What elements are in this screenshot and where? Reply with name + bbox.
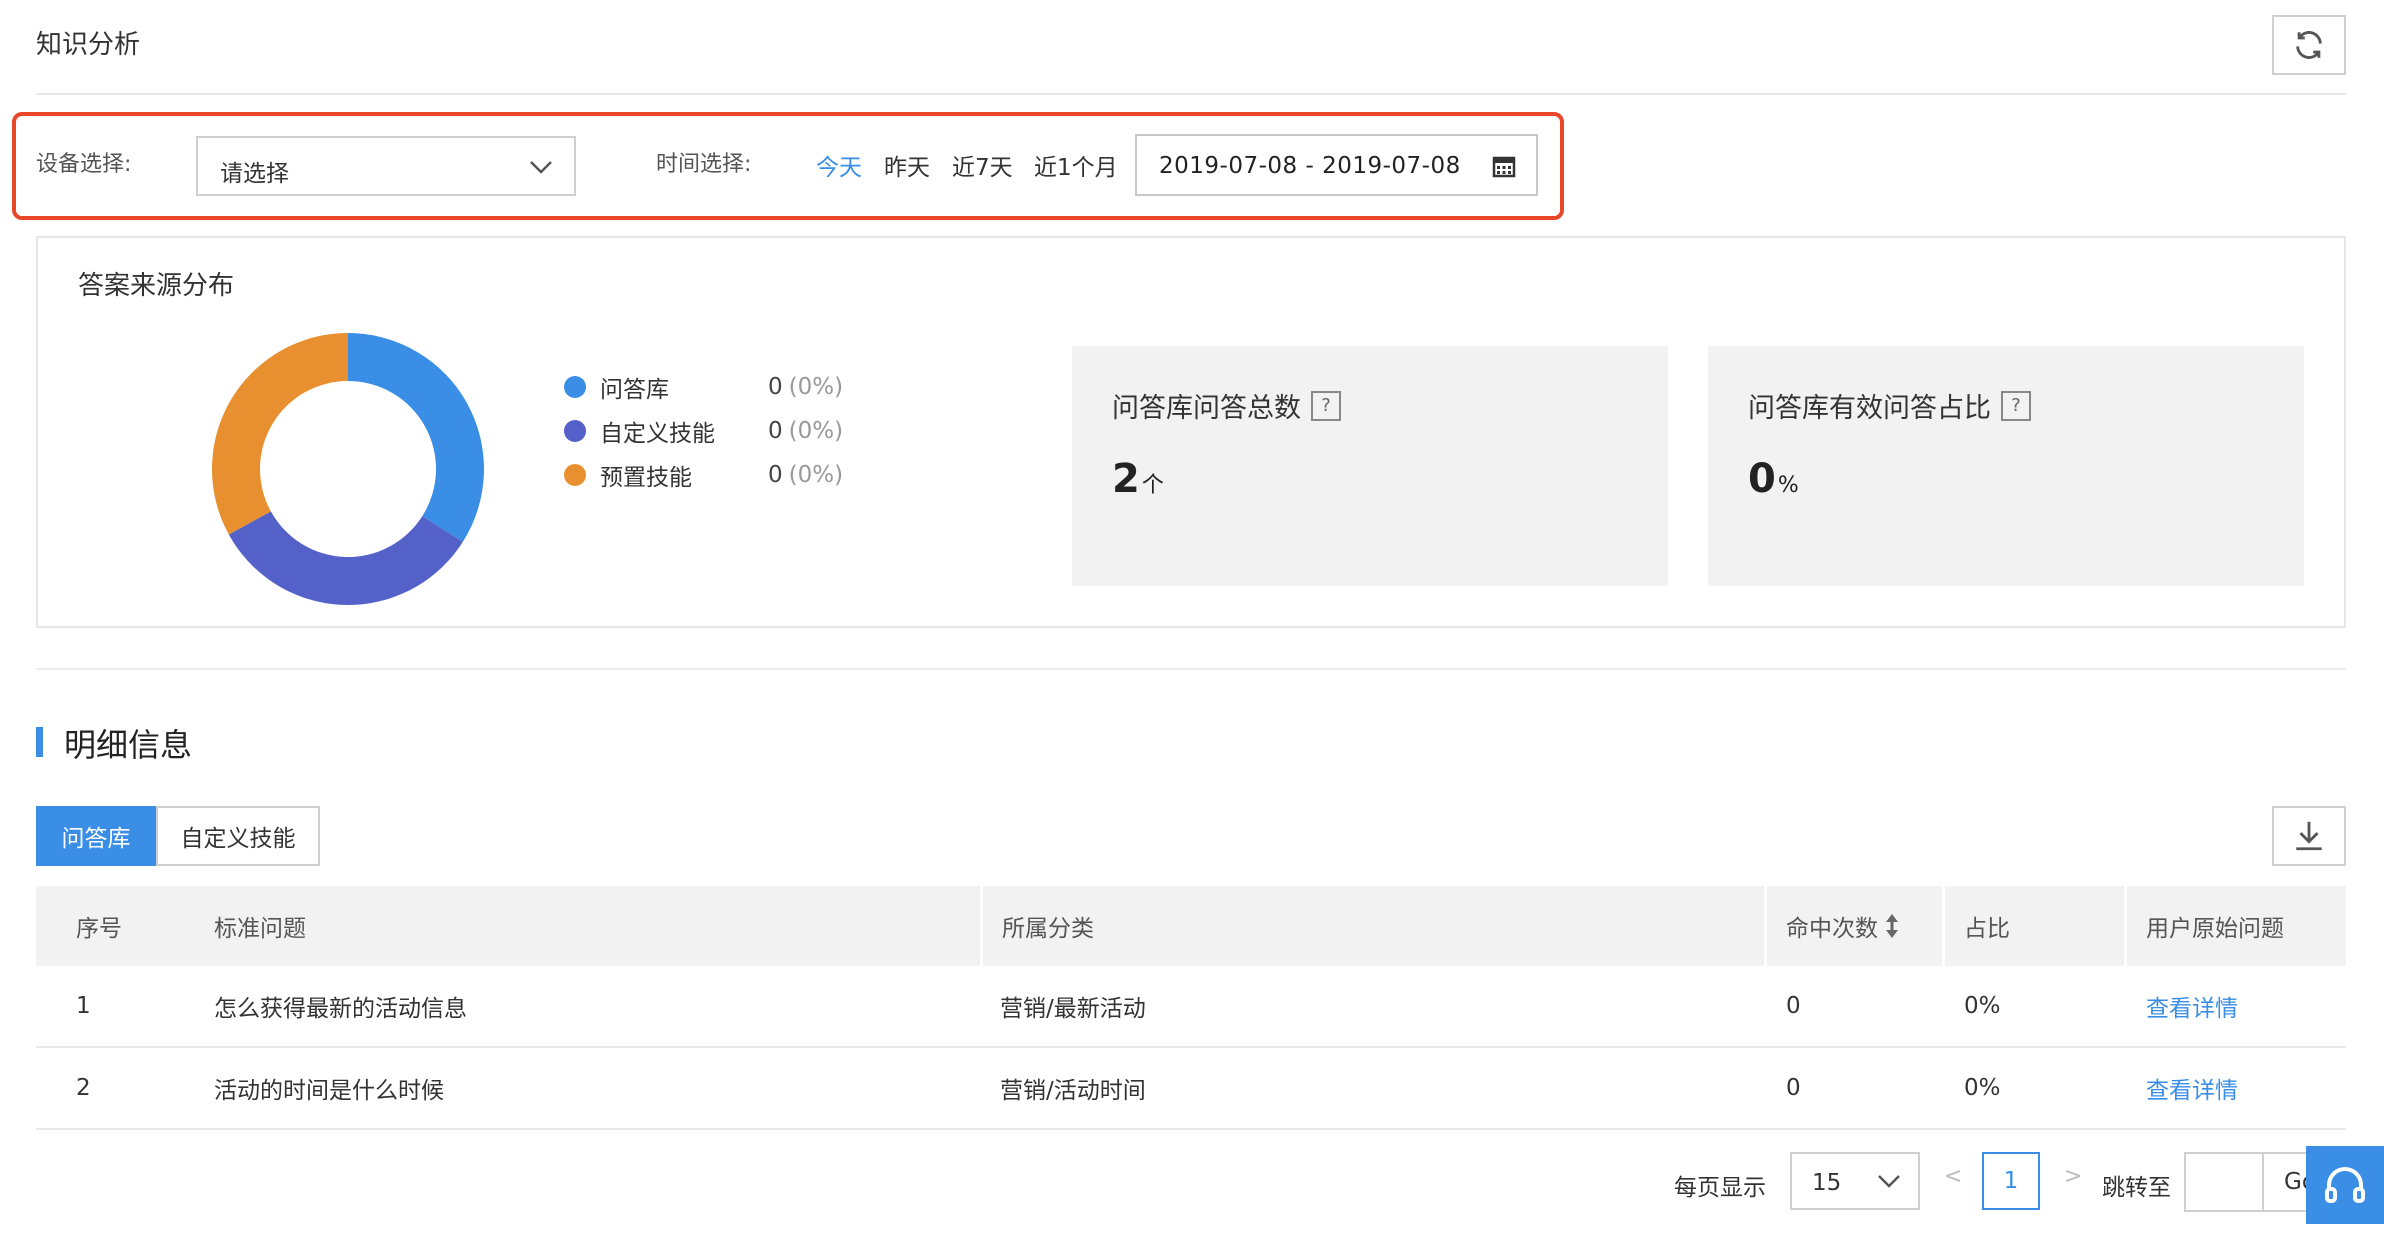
device-select-value: 请选择 (220, 161, 289, 187)
legend-value: 0 (768, 418, 783, 444)
donut-segment (348, 333, 484, 542)
cell-question: 活动的时间是什么时候 (214, 1078, 444, 1104)
prev-page-button[interactable]: < (1944, 1164, 1962, 1189)
time-option-1month[interactable]: 近1个月 (1034, 148, 1118, 182)
legend-percent: (0%) (788, 418, 844, 444)
tab-qa-library[interactable]: 问答库 (36, 806, 156, 866)
refresh-button[interactable] (2272, 15, 2346, 75)
legend-name: 问答库 (600, 377, 669, 403)
page-number-1[interactable]: 1 (1982, 1152, 2040, 1210)
help-icon[interactable]: ? (2001, 390, 2031, 421)
legend-dot-preset-skill (564, 464, 586, 486)
time-option-7days[interactable]: 近7天 (952, 148, 1013, 182)
column-header-user-questions: 用户原始问题 (2146, 916, 2284, 942)
detail-section-title: 明细信息 (64, 726, 193, 764)
time-label: 时间选择: (656, 152, 752, 177)
column-header-category: 所属分类 (1002, 916, 1094, 942)
column-separator (1764, 886, 1767, 966)
stat-title-wrap: 问答库有效问答占比 ? (1748, 386, 2031, 425)
chevron-down-icon (1878, 1175, 1900, 1188)
legend-value: 0 (768, 374, 783, 400)
section-accent-bar (36, 727, 43, 757)
header-divider (36, 93, 2346, 95)
column-header-hits[interactable]: 命中次数 (1786, 886, 1900, 966)
refresh-icon (2296, 31, 2322, 59)
stat-unit: % (1777, 473, 1799, 498)
cell-question: 怎么获得最新的活动信息 (214, 996, 467, 1022)
stat-value-wrap: 0% (1748, 456, 1799, 502)
stat-value: 0 (1748, 456, 1776, 502)
view-details-link[interactable]: 查看详情 (2146, 1048, 2238, 1128)
section-divider (36, 668, 2346, 670)
time-option-yesterday[interactable]: 昨天 (884, 148, 930, 182)
date-range-picker[interactable]: 2019-07-08 - 2019-07-08 (1135, 134, 1538, 196)
jump-page-input[interactable] (2184, 1152, 2264, 1212)
cell-hits: 0 (1786, 1075, 1801, 1101)
device-select[interactable]: 请选择 (196, 136, 576, 196)
download-button[interactable] (2272, 806, 2346, 866)
time-option-today[interactable]: 今天 (816, 148, 862, 182)
column-separator (2124, 886, 2127, 966)
column-header-question: 标准问题 (214, 916, 306, 942)
legend-percent: (0%) (788, 462, 844, 488)
legend-dot-qa (564, 376, 586, 398)
table-header: 序号 标准问题 所属分类 命中次数 占比 用户原始问题 (36, 886, 2346, 966)
download-icon (2296, 821, 2322, 851)
per-page-value: 15 (1812, 1170, 1842, 1196)
stat-title: 问答库问答总数 (1112, 393, 1301, 424)
legend-item-preset-skill: 预置技能 0 (0%) (564, 460, 844, 491)
stat-title-wrap: 问答库问答总数 ? (1112, 386, 1341, 425)
cell-ratio: 0% (1964, 1075, 2001, 1101)
cell-index: 1 (76, 993, 91, 1019)
stat-title: 问答库有效问答占比 (1748, 393, 1991, 424)
donut-segment (228, 511, 463, 605)
headset-icon (2325, 1167, 2365, 1203)
cell-hits: 0 (1786, 993, 1801, 1019)
answer-source-title: 答案来源分布 (78, 271, 235, 301)
view-details-link[interactable]: 查看详情 (2146, 966, 2238, 1046)
legend-name: 自定义技能 (600, 421, 715, 447)
legend-value: 0 (768, 462, 783, 488)
cell-category: 营销/最新活动 (1000, 996, 1146, 1022)
column-header-index: 序号 (76, 916, 122, 942)
cell-ratio: 0% (1964, 993, 2001, 1019)
sort-icon[interactable] (1884, 913, 1900, 939)
column-separator (1942, 886, 1945, 966)
column-separator (980, 886, 983, 966)
tab-custom-skill[interactable]: 自定义技能 (156, 806, 320, 866)
table-row: 1 怎么获得最新的活动信息 营销/最新活动 0 0% 查看详情 (36, 966, 2346, 1048)
page-title: 知识分析 (36, 30, 141, 60)
stat-card-valid-ratio: 问答库有效问答占比 ? 0% (1708, 346, 2304, 586)
stat-value-wrap: 2个 (1112, 456, 1164, 502)
donut-segment (212, 333, 348, 535)
customer-support-button[interactable] (2306, 1146, 2384, 1224)
answer-source-donut-chart (212, 333, 484, 605)
device-label: 设备选择: (36, 152, 132, 177)
legend-item-qa: 问答库 0 (0%) (564, 372, 844, 403)
legend-item-custom-skill: 自定义技能 0 (0%) (564, 416, 844, 447)
legend-percent: (0%) (788, 374, 844, 400)
cell-category: 营销/活动时间 (1000, 1078, 1146, 1104)
per-page-select[interactable]: 15 (1790, 1152, 1920, 1210)
cell-index: 2 (76, 1075, 91, 1101)
stat-card-total-qa: 问答库问答总数 ? 2个 (1072, 346, 1668, 586)
stat-value: 2 (1112, 456, 1140, 502)
table-row: 2 活动的时间是什么时候 营销/活动时间 0 0% 查看详情 (36, 1048, 2346, 1130)
chevron-down-icon (530, 161, 552, 174)
jump-to-label: 跳转至 (2102, 1175, 2171, 1201)
date-range-value: 2019-07-08 - 2019-07-08 (1159, 153, 1461, 179)
help-icon[interactable]: ? (1311, 390, 1341, 421)
legend-dot-custom-skill (564, 420, 586, 442)
column-header-hits-label: 命中次数 (1786, 916, 1878, 942)
per-page-label: 每页显示 (1674, 1175, 1766, 1201)
next-page-button[interactable]: > (2064, 1164, 2082, 1189)
stat-unit: 个 (1141, 473, 1164, 498)
calendar-icon (1492, 156, 1516, 178)
legend-name: 预置技能 (600, 465, 692, 491)
column-header-ratio: 占比 (1964, 916, 2010, 942)
